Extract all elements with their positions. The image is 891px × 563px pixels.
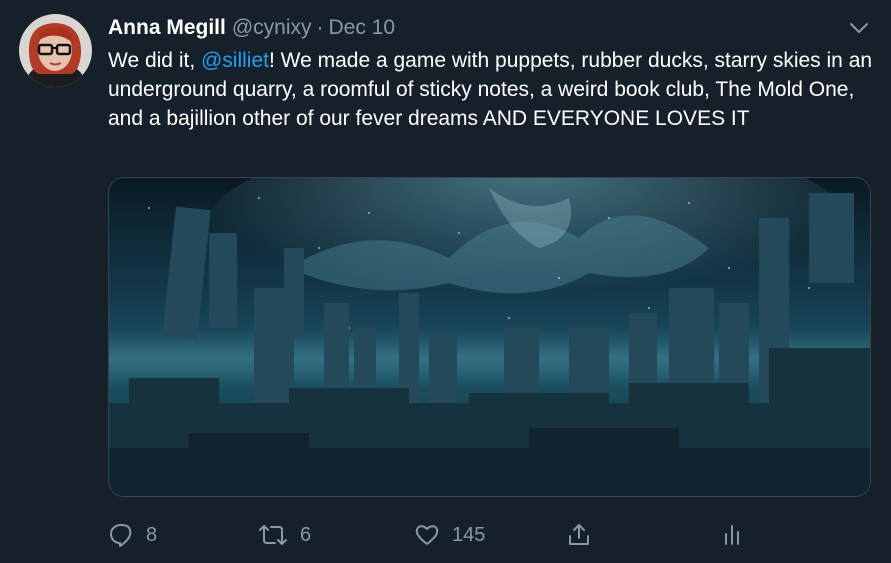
heart-icon[interactable] bbox=[414, 522, 440, 548]
reply-button[interactable]: 8 bbox=[108, 518, 157, 552]
reply-count: 8 bbox=[146, 523, 158, 546]
share-button[interactable] bbox=[566, 518, 592, 552]
tweet-date[interactable]: Dec 10 bbox=[329, 16, 396, 39]
retweet-icon[interactable] bbox=[258, 522, 288, 548]
like-count: 145 bbox=[452, 523, 486, 546]
author-avatar[interactable] bbox=[19, 14, 92, 87]
tweet-media-image[interactable] bbox=[108, 177, 871, 497]
tweet-text: We did it, @silliet! We made a game with… bbox=[108, 46, 878, 133]
analytics-icon[interactable] bbox=[720, 522, 744, 548]
like-button[interactable]: 145 bbox=[414, 518, 485, 552]
tweet-actions: 8 6 145 bbox=[108, 518, 748, 552]
header-separator: · bbox=[316, 16, 324, 39]
mention-link[interactable]: @silliet bbox=[201, 49, 269, 72]
retweet-button[interactable]: 6 bbox=[258, 518, 311, 552]
retweet-count: 6 bbox=[300, 523, 312, 546]
reply-icon[interactable] bbox=[108, 522, 134, 548]
tweet-header: Anna Megill @cynixy · Dec 10 bbox=[108, 15, 395, 41]
tweet-text-start: We did it, bbox=[108, 49, 201, 72]
chevron-down-icon[interactable] bbox=[848, 20, 870, 36]
author-handle[interactable]: @cynixy bbox=[232, 16, 312, 39]
share-icon[interactable] bbox=[566, 522, 592, 548]
analytics-button[interactable] bbox=[720, 518, 744, 552]
author-name[interactable]: Anna Megill bbox=[108, 16, 226, 39]
